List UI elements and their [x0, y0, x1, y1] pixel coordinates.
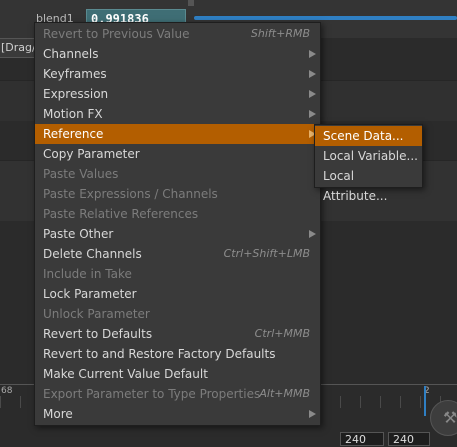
menu-item-label: Paste Values [43, 167, 119, 181]
menu-item-include-in-take: Include in Take [35, 264, 320, 284]
reference-submenu: Scene Data... Local Variable... Local Attr… [314, 124, 423, 203]
menu-item-label: Reference [43, 127, 104, 141]
menu-item-label: Revert to Previous Value [43, 27, 190, 41]
menu-item-label: Scene Data... [323, 129, 404, 143]
menu-item-label: Unlock Parameter [43, 307, 150, 321]
menu-item-export-parameter-to-type-properties: Export Parameter to Type Properties Alt+M… [35, 384, 320, 404]
submenu-arrow-icon [309, 50, 316, 58]
menu-item-label: Include in Take [43, 267, 132, 281]
menu-item-channels[interactable]: Channels [35, 44, 320, 64]
submenu-arrow-icon [309, 230, 316, 238]
menu-item-paste-values: Paste Values [35, 164, 320, 184]
menu-item-label: Lock Parameter [43, 287, 137, 301]
frame-start-field[interactable]: 240 [340, 432, 384, 446]
menu-item-local-attribute[interactable]: Local Attribute... [315, 166, 422, 203]
menu-item-keyframes[interactable]: Keyframes [35, 64, 320, 84]
menu-item-paste-other[interactable]: Paste Other [35, 224, 320, 244]
menu-item-more[interactable]: More [35, 404, 320, 424]
submenu-arrow-icon [309, 110, 316, 118]
menu-item-motion-fx[interactable]: Motion FX [35, 104, 320, 124]
menu-item-label: Channels [43, 47, 99, 61]
tool-icon: ⚒ [443, 408, 457, 427]
menu-item-label: Paste Other [43, 227, 114, 241]
menu-item-label: More [43, 407, 73, 421]
menu-item-paste-relative-references: Paste Relative References [35, 204, 320, 224]
menu-item-label: Paste Expressions / Channels [43, 187, 218, 201]
menu-item-make-current-value-default[interactable]: Make Current Value Default [35, 364, 320, 384]
timeline-playhead[interactable] [424, 386, 426, 416]
menu-item-local-variable[interactable]: Local Variable... [315, 146, 422, 166]
menu-item-label: Copy Parameter [43, 147, 140, 161]
submenu-arrow-icon [309, 70, 316, 78]
parameter-slider[interactable] [194, 16, 457, 20]
menu-item-label: Export Parameter to Type Properties [43, 387, 261, 401]
menu-item-label: Motion FX [43, 107, 103, 121]
menu-item-label: Revert to Defaults [43, 327, 153, 341]
menu-item-shortcut: Alt+MMB [259, 387, 310, 400]
menu-item-revert-to-and-restore-factory-defaults[interactable]: Revert to and Restore Factory Defaults [35, 344, 320, 364]
menu-item-shortcut: Shift+RMB [250, 27, 310, 40]
menu-item-paste-expressions-channels: Paste Expressions / Channels [35, 184, 320, 204]
menu-item-revert-to-previous-value: Revert to Previous Value Shift+RMB [35, 24, 320, 44]
menu-item-label: Revert to and Restore Factory Defaults [43, 347, 276, 361]
menu-item-delete-channels[interactable]: Delete Channels Ctrl+Shift+LMB [35, 244, 320, 264]
menu-item-label: Local Attribute... [323, 169, 388, 203]
submenu-arrow-icon [309, 90, 316, 98]
corner-tool-button[interactable]: ⚒ [430, 400, 457, 436]
menu-item-expression[interactable]: Expression [35, 84, 320, 104]
menu-item-label: Paste Relative References [43, 207, 199, 221]
menu-item-scene-data[interactable]: Scene Data... [315, 126, 422, 146]
parameter-context-menu: Revert to Previous Value Shift+RMB Channel… [34, 22, 321, 426]
menu-item-label: Keyframes [43, 67, 107, 81]
menu-item-lock-parameter[interactable]: Lock Parameter [35, 284, 320, 304]
menu-item-copy-parameter[interactable]: Copy Parameter [35, 144, 320, 164]
menu-item-reference[interactable]: Reference [35, 124, 320, 144]
parameter-handle[interactable] [188, 0, 194, 6]
menu-item-label: Expression [43, 87, 109, 101]
menu-item-label: Make Current Value Default [43, 367, 208, 381]
menu-item-shortcut: Ctrl+MMB [254, 327, 310, 340]
frame-end-field[interactable]: 240 [388, 432, 430, 446]
submenu-arrow-icon [309, 410, 316, 418]
menu-item-label: Local Variable... [323, 149, 418, 163]
menu-item-unlock-parameter: Unlock Parameter [35, 304, 320, 324]
menu-item-shortcut: Ctrl+Shift+LMB [223, 247, 310, 260]
timeline-start-label: 68 [1, 386, 13, 396]
menu-item-label: Delete Channels [43, 247, 142, 261]
menu-item-revert-to-defaults[interactable]: Revert to Defaults Ctrl+MMB [35, 324, 320, 344]
